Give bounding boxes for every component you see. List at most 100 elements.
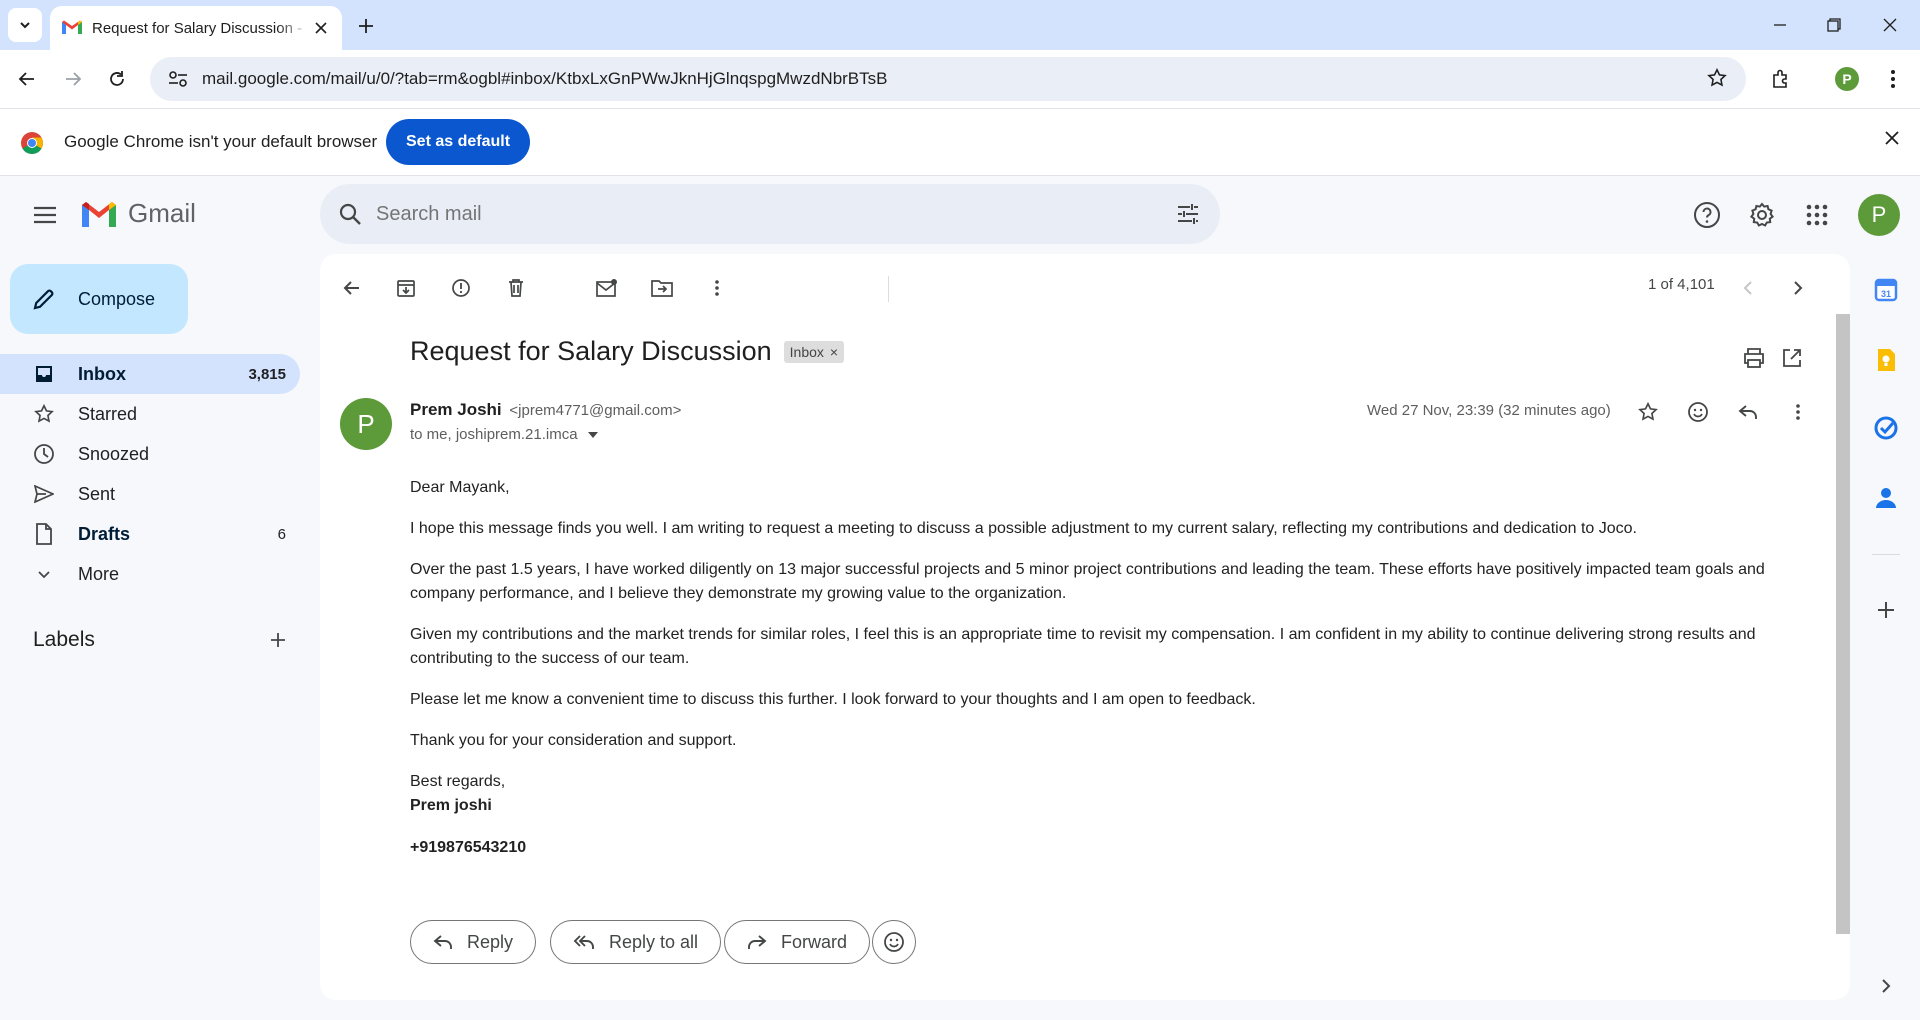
calendar-app-icon[interactable]: 31 [1872, 276, 1900, 304]
hide-side-panel-icon[interactable] [1872, 972, 1900, 1000]
chrome-logo-icon [20, 131, 44, 155]
tasks-app-icon[interactable] [1872, 414, 1900, 442]
star-email-button[interactable] [1628, 392, 1668, 432]
search-bar[interactable] [320, 184, 1220, 244]
chevron-down-icon [32, 562, 56, 586]
search-input[interactable] [376, 202, 1136, 226]
infobar-close-icon[interactable] [1884, 130, 1900, 146]
keep-app-icon[interactable] [1872, 346, 1900, 374]
minimize-button[interactable] [1752, 0, 1808, 50]
close-window-button[interactable] [1862, 0, 1918, 50]
mark-unread-button[interactable] [587, 268, 627, 308]
email-subject: Request for Salary Discussion [410, 336, 772, 366]
sidebar-item-starred[interactable]: Starred [0, 394, 300, 434]
clock-icon [32, 442, 56, 466]
extensions-icon[interactable] [1764, 62, 1798, 96]
email-paragraph: I hope this message finds you well. I am… [410, 520, 1637, 537]
email-paragraph: Thank you for your consideration and sup… [410, 732, 737, 749]
get-addons-icon[interactable] [1872, 596, 1900, 624]
set-as-default-button[interactable]: Set as default [386, 119, 531, 165]
labels-heading: Labels [33, 628, 95, 651]
newer-email-button[interactable] [1728, 268, 1768, 308]
emoji-reaction-button[interactable] [872, 920, 916, 964]
compose-label: Compose [78, 288, 156, 309]
new-tab-button[interactable] [352, 12, 380, 40]
open-in-new-window-button[interactable] [1772, 338, 1812, 378]
older-email-button[interactable] [1778, 268, 1818, 308]
contacts-app-icon[interactable] [1872, 484, 1900, 512]
delete-button[interactable] [496, 268, 536, 308]
sender-line: Prem Joshi <jprem4771@gmail.com> [410, 400, 681, 420]
compose-button[interactable]: Compose [10, 264, 188, 334]
svg-text:31: 31 [1881, 289, 1891, 299]
sidebar-item-inbox[interactable]: Inbox 3,815 [0, 354, 300, 394]
reply-all-icon [573, 934, 595, 950]
reload-button[interactable] [100, 62, 134, 96]
browser-toolbar: mail.google.com/mail/u/0/?tab=rm&ogbl#in… [0, 50, 1920, 108]
email-paragraph: Given my contributions and the market tr… [410, 626, 1756, 667]
email-date: Wed 27 Nov, 23:39 (32 minutes ago) [1367, 402, 1611, 419]
bookmark-star-icon[interactable] [1706, 67, 1728, 89]
tab-title: Request for Salary Discussion - [92, 19, 303, 37]
search-icon[interactable] [338, 202, 362, 226]
chrome-menu-icon[interactable] [1876, 62, 1910, 96]
google-account-avatar[interactable]: P [1858, 194, 1900, 236]
browser-tab[interactable]: Request for Salary Discussion - [50, 6, 342, 50]
print-all-button[interactable] [1734, 338, 1774, 378]
forward-icon [747, 934, 767, 950]
tab-close-icon[interactable] [310, 17, 332, 39]
email-closing: Best regards, [410, 773, 506, 790]
google-apps-icon[interactable] [1796, 194, 1838, 236]
sender-email: <jprem4771@gmail.com> [509, 402, 682, 419]
drafts-count: 6 [277, 525, 286, 543]
infobar-message: Google Chrome isn't your default browser [64, 132, 378, 151]
gmail-wordmark: Gmail [128, 198, 196, 228]
forward-email-button[interactable]: Forward [724, 920, 871, 964]
chrome-profile-avatar[interactable]: P [1830, 62, 1864, 96]
pencil-icon [32, 287, 56, 311]
scrollbar[interactable] [1836, 314, 1850, 934]
tab-search-button[interactable] [8, 8, 42, 42]
address-bar[interactable]: mail.google.com/mail/u/0/?tab=rm&ogbl#in… [150, 57, 1746, 101]
email-signature: Prem joshi [410, 797, 492, 814]
back-to-inbox-button[interactable] [332, 268, 372, 308]
reply-all-button[interactable]: Reply to all [550, 920, 722, 964]
move-to-button[interactable] [642, 268, 682, 308]
sidebar-item-snoozed[interactable]: Snoozed [0, 434, 300, 474]
show-details-icon[interactable] [587, 431, 598, 438]
sidebar-item-more[interactable]: More [0, 554, 300, 594]
reply-button[interactable]: Reply [410, 920, 537, 964]
sender-avatar[interactable]: P [340, 398, 392, 450]
restore-button[interactable] [1806, 0, 1862, 50]
sender-name[interactable]: Prem Joshi [410, 400, 502, 419]
support-icon[interactable] [1686, 194, 1728, 236]
draft-icon [32, 522, 56, 546]
gmail-logo[interactable]: Gmail [80, 198, 196, 229]
create-label-button[interactable] [264, 626, 292, 654]
subject-row: Request for Salary Discussion Inbox × [410, 336, 845, 367]
report-spam-button[interactable] [441, 268, 481, 308]
label-chip[interactable]: Inbox × [783, 340, 845, 363]
more-options-icon[interactable] [697, 268, 737, 308]
inbox-icon [32, 362, 56, 386]
remove-label-icon[interactable]: × [830, 344, 838, 360]
side-panel-divider [1872, 554, 1900, 555]
gmail-m-logo-icon [80, 199, 118, 229]
reply-icon [433, 934, 453, 950]
email-paragraph: Over the past 1.5 years, I have worked d… [410, 561, 1765, 602]
forward-button[interactable] [56, 62, 90, 96]
sidebar-item-drafts[interactable]: Drafts 6 [0, 514, 300, 554]
site-settings-icon[interactable] [158, 70, 198, 88]
sidebar-item-sent[interactable]: Sent [0, 474, 300, 514]
archive-button[interactable] [386, 268, 426, 308]
back-button[interactable] [10, 62, 44, 96]
recipients-line: to me, joshiprem.21.imca [410, 426, 598, 443]
main-menu-button[interactable] [24, 194, 66, 236]
settings-gear-icon[interactable] [1741, 194, 1783, 236]
reply-icon-button[interactable] [1728, 392, 1768, 432]
chevron-down-icon [18, 18, 32, 32]
message-more-options-icon[interactable] [1778, 392, 1818, 432]
send-icon [32, 482, 56, 506]
search-options-icon[interactable] [1176, 202, 1200, 226]
add-reaction-button[interactable] [1678, 392, 1718, 432]
